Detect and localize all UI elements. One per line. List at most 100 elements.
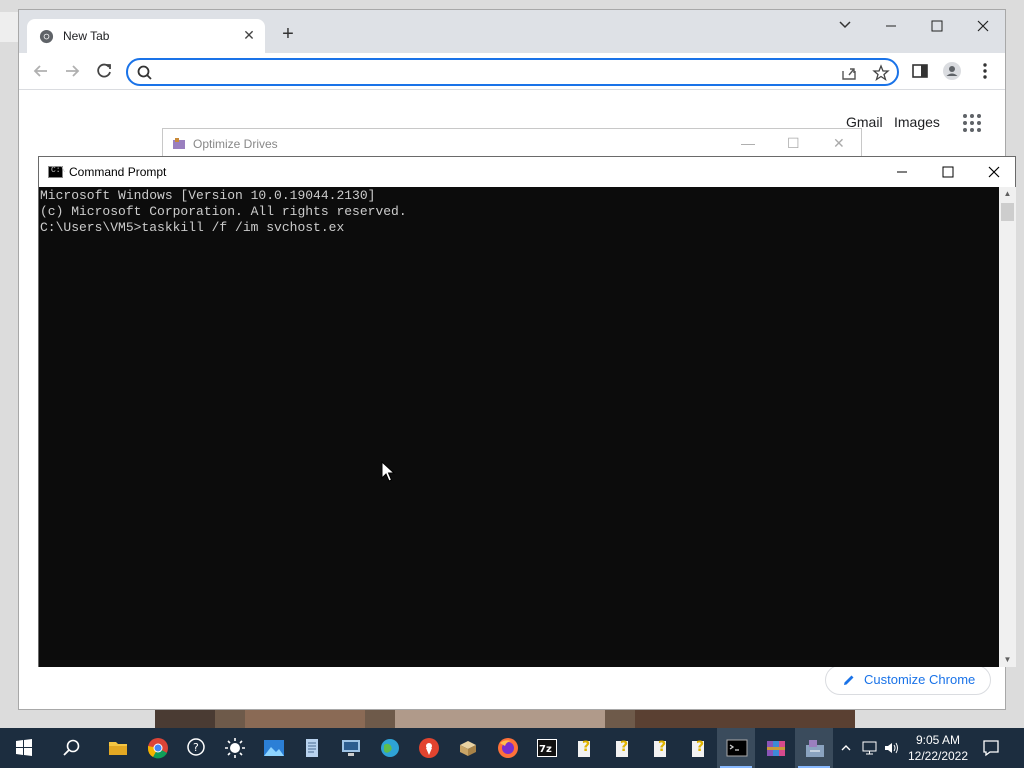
cmd-scrollbar[interactable]: ▲ ▼ (999, 187, 1016, 667)
globe-icon (381, 739, 399, 757)
7zip-icon: 7z (537, 739, 557, 757)
taskbar-winrar[interactable] (756, 728, 794, 768)
optimize-minimize-button[interactable]: — (741, 135, 755, 151)
tab-strip: New Tab ✕ + (19, 10, 1005, 53)
taskbar-maps[interactable] (409, 728, 447, 768)
defrag-icon (173, 138, 185, 149)
question-doc-icon: ? (616, 739, 628, 757)
back-icon[interactable] (30, 60, 52, 82)
forward-icon[interactable] (61, 60, 83, 82)
side-panel-icon[interactable] (909, 60, 931, 82)
maximize-button[interactable] (914, 10, 960, 42)
taskbar-archive[interactable] (448, 728, 486, 768)
network-icon[interactable] (862, 741, 878, 755)
console-line: Microsoft Windows [Version 10.0.19044.21… (40, 188, 376, 203)
notifications-icon[interactable] (982, 739, 1000, 757)
tab-close-icon[interactable]: ✕ (241, 27, 257, 43)
volume-icon[interactable] (884, 741, 900, 755)
scroll-up-icon[interactable]: ▲ (999, 187, 1016, 201)
photos-icon (264, 740, 284, 756)
svg-text:?: ? (620, 739, 628, 755)
cmd-titlebar[interactable]: C:\ Command Prompt (39, 157, 1015, 187)
taskbar-search-button[interactable] (52, 728, 90, 768)
cmd-close-button[interactable] (971, 157, 1017, 187)
question-doc-icon: ? (578, 739, 590, 757)
optimize-maximize-button[interactable]: ☐ (787, 135, 800, 152)
box-icon (460, 741, 476, 756)
taskbar-unknown-app-3[interactable]: ? (641, 728, 679, 768)
share-icon[interactable] (840, 64, 858, 82)
search-icon (63, 739, 80, 756)
map-pin-icon (419, 738, 439, 758)
defrag-icon (806, 740, 824, 757)
tray-chevron-up-icon[interactable] (840, 742, 852, 754)
taskbar-optimize-drives[interactable] (795, 728, 833, 768)
scroll-thumb[interactable] (1001, 203, 1014, 221)
address-bar[interactable] (126, 58, 899, 86)
chrome-menu-icon[interactable] (974, 60, 996, 82)
optimize-close-button[interactable]: ✕ (833, 135, 845, 152)
computer-icon (342, 740, 360, 756)
svg-text:?: ? (658, 739, 666, 755)
taskbar-unknown-app-1[interactable]: ? (565, 728, 603, 768)
optimize-drives-title: Optimize Drives (193, 137, 278, 151)
search-icon (137, 65, 152, 80)
question-doc-icon: ? (654, 739, 666, 757)
google-apps-icon[interactable] (962, 113, 982, 133)
taskbar-remote-desktop[interactable] (331, 728, 369, 768)
address-input[interactable] (158, 63, 818, 81)
optimize-drives-window[interactable]: Optimize Drives — ☐ ✕ (162, 128, 862, 158)
taskbar-photos[interactable] (254, 728, 292, 768)
taskbar-command-prompt[interactable] (717, 728, 755, 768)
chrome-icon (147, 738, 168, 759)
taskbar-file-explorer[interactable] (98, 728, 136, 768)
winrar-icon (767, 741, 785, 756)
images-link[interactable]: Images (894, 114, 940, 130)
help-chat-icon: ? (187, 738, 205, 756)
mouse-cursor-icon (381, 461, 395, 482)
clock-date: 12/22/2022 (907, 749, 969, 763)
taskbar-brightness[interactable] (215, 728, 253, 768)
taskbar-help[interactable]: ? (177, 728, 215, 768)
console-output[interactable]: Microsoft Windows [Version 10.0.19044.21… (39, 187, 999, 667)
close-button[interactable] (960, 10, 1006, 42)
cmd-minimize-button[interactable] (879, 157, 925, 187)
chrome-favicon-icon (39, 29, 54, 44)
taskbar-7zip[interactable]: 7z (527, 728, 565, 768)
command-prompt-window: C:\ Command Prompt Microsoft Windows [Ve… (38, 156, 1016, 667)
taskbar-unknown-app-4[interactable]: ? (679, 728, 717, 768)
tab-title: New Tab (63, 29, 110, 43)
tab-new-tab[interactable]: New Tab ✕ (27, 19, 265, 53)
sun-icon (225, 738, 245, 758)
folder-icon (109, 742, 127, 755)
customize-chrome-button[interactable]: Customize Chrome (825, 665, 991, 695)
taskbar-unknown-app-2[interactable]: ? (603, 728, 641, 768)
cmd-maximize-button[interactable] (925, 157, 971, 187)
terminal-icon (726, 739, 748, 757)
taskbar-notepad[interactable] (292, 728, 330, 768)
taskbar-firefox[interactable] (488, 728, 526, 768)
tab-search-icon[interactable] (822, 10, 868, 42)
terminal-icon: C:\ (48, 166, 65, 178)
taskbar-chrome[interactable] (138, 728, 176, 768)
minimize-button[interactable] (868, 10, 914, 42)
profile-avatar-icon[interactable] (941, 60, 963, 82)
svg-text:?: ? (696, 739, 704, 755)
bookmark-star-icon[interactable] (872, 64, 890, 82)
firefox-icon (498, 738, 518, 758)
notepad-icon (306, 739, 318, 757)
scroll-down-icon[interactable]: ▼ (999, 653, 1016, 667)
question-doc-icon: ? (692, 739, 704, 757)
start-button[interactable] (4, 728, 42, 768)
desktop-wallpaper-strip (155, 708, 855, 728)
clock-time: 9:05 AM (915, 733, 961, 747)
cmd-title: Command Prompt (69, 165, 167, 179)
desktop-window-edge (0, 12, 18, 42)
taskbar: ? 7z ? ? ? ? 9:05 AM 12/22/2022 (0, 728, 1024, 768)
svg-text:?: ? (582, 739, 590, 755)
reload-icon[interactable] (93, 60, 115, 82)
system-clock[interactable]: 9:05 AM 12/22/2022 (900, 732, 976, 764)
taskbar-network[interactable] (370, 728, 408, 768)
new-tab-button[interactable]: + (277, 24, 299, 46)
console-input-line[interactable]: C:\Users\VM5>taskkill /f /im svchost.ex (40, 220, 999, 236)
